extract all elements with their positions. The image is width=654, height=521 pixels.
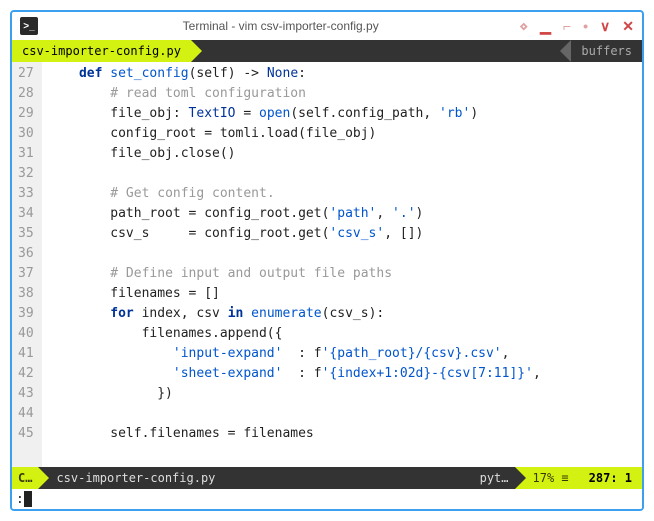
buffer-tabbar: csv-importer-config.py buffers: [12, 40, 642, 62]
code-line[interactable]: [48, 164, 636, 184]
code-line[interactable]: # Get config content.: [48, 184, 636, 204]
cmdline-prompt: :: [16, 492, 24, 507]
line-number: 40: [18, 324, 34, 344]
line-number: 33: [18, 184, 34, 204]
line-number: 43: [18, 384, 34, 404]
dot-icon[interactable]: •: [583, 18, 588, 34]
code-line[interactable]: path_root = config_root.get('path', '.'): [48, 204, 636, 224]
line-number: 35: [18, 224, 34, 244]
maximize-icon[interactable]: ⌐: [563, 18, 571, 34]
line-number: 37: [18, 264, 34, 284]
command-line[interactable]: :: [12, 489, 642, 509]
code-line[interactable]: filenames.append({: [48, 324, 636, 344]
window-controls: ⋄ ▁ ⌐ • ∨ ✕: [519, 18, 634, 35]
code-line[interactable]: 'input-expand' : f'{path_root}/{csv}.csv…: [48, 344, 636, 364]
active-tab[interactable]: csv-importer-config.py: [12, 40, 191, 62]
code-area[interactable]: def set_config(self) -> None: # read tom…: [42, 62, 642, 467]
code-line[interactable]: for index, csv in enumerate(csv_s):: [48, 304, 636, 324]
keep-above-icon[interactable]: ⋄: [519, 18, 528, 35]
buffers-label[interactable]: buffers: [571, 40, 642, 62]
line-number: 34: [18, 204, 34, 224]
line-number: 31: [18, 144, 34, 164]
code-line[interactable]: }): [48, 384, 636, 404]
titlebar: >_ Terminal - vim csv-importer-config.py…: [12, 12, 642, 40]
code-line[interactable]: filenames = []: [48, 284, 636, 304]
line-number: 27: [18, 64, 34, 84]
line-number: 44: [18, 404, 34, 424]
line-number: 29: [18, 104, 34, 124]
shade-icon[interactable]: ∨: [600, 18, 610, 35]
line-number: 39: [18, 304, 34, 324]
line-number: 38: [18, 284, 34, 304]
code-line[interactable]: csv_s = config_root.get('csv_s', []): [48, 224, 636, 244]
code-editor[interactable]: 27282930313233343536373839404142434445 d…: [12, 62, 642, 467]
statusbar: C… csv-importer-config.py pyt… 17% ≡ 287…: [12, 467, 642, 489]
line-number: 41: [18, 344, 34, 364]
status-percent: 17% ≡: [515, 467, 579, 489]
code-line[interactable]: self.filenames = filenames: [48, 424, 636, 444]
terminal-app-icon: >_: [20, 17, 38, 35]
status-mode: C…: [12, 467, 38, 489]
code-line[interactable]: 'sheet-expand' : f'{index+1:02d}-{csv[7:…: [48, 364, 636, 384]
code-line[interactable]: [48, 244, 636, 264]
line-number: 28: [18, 84, 34, 104]
status-position: 287: 1: [579, 467, 642, 489]
minimize-icon[interactable]: ▁: [540, 18, 551, 35]
code-line[interactable]: def set_config(self) -> None:: [48, 64, 636, 84]
line-number-gutter: 27282930313233343536373839404142434445: [12, 62, 42, 467]
window-title: Terminal - vim csv-importer-config.py: [42, 19, 519, 33]
close-icon[interactable]: ✕: [622, 18, 634, 35]
terminal-window: >_ Terminal - vim csv-importer-config.py…: [10, 10, 644, 511]
code-line[interactable]: file_obj: TextIO = open(self.config_path…: [48, 104, 636, 124]
line-number: 32: [18, 164, 34, 184]
line-number: 45: [18, 424, 34, 444]
cursor: [24, 491, 32, 507]
code-line[interactable]: # read toml configuration: [48, 84, 636, 104]
line-number: 36: [18, 244, 34, 264]
code-line[interactable]: # Define input and output file paths: [48, 264, 636, 284]
code-line[interactable]: [48, 404, 636, 424]
status-filename: csv-importer-config.py: [38, 467, 461, 489]
line-number: 42: [18, 364, 34, 384]
line-number: 30: [18, 124, 34, 144]
code-line[interactable]: config_root = tomli.load(file_obj): [48, 124, 636, 144]
code-line[interactable]: file_obj.close(): [48, 144, 636, 164]
